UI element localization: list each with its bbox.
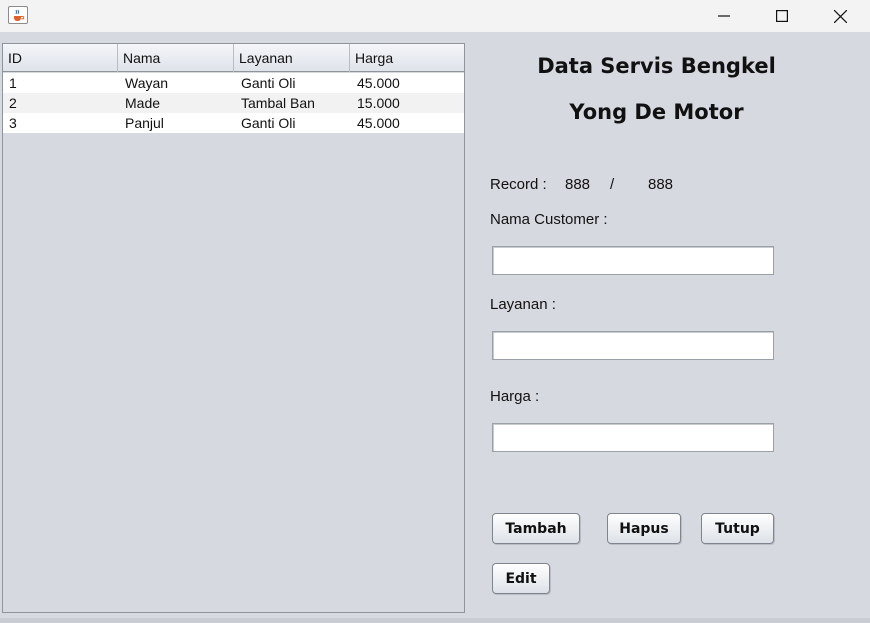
java-cup-icon[interactable] xyxy=(8,6,28,24)
maximize-button[interactable] xyxy=(753,0,811,32)
layanan-label: Layanan : xyxy=(490,296,556,313)
cell-nama: Panjul xyxy=(125,115,164,131)
table-header: ID Nama Layanan Harga xyxy=(3,44,464,72)
record-separator: / xyxy=(610,176,615,193)
table-row[interactable]: 2 Made Tambal Ban 15.000 xyxy=(3,93,464,113)
window-bottom-edge xyxy=(0,618,870,623)
minimize-button[interactable] xyxy=(695,0,753,32)
edit-button[interactable]: Edit xyxy=(492,563,550,594)
close-icon xyxy=(833,9,847,23)
form-title: Data Servis Bengkel xyxy=(537,54,776,78)
window-titlebar[interactable] xyxy=(0,0,870,32)
layanan-field[interactable] xyxy=(492,331,774,360)
cell-id: 2 xyxy=(9,95,17,111)
cell-id: 1 xyxy=(9,75,17,91)
table-row[interactable]: 1 Wayan Ganti Oli 45.000 xyxy=(3,73,464,93)
nama-customer-field[interactable] xyxy=(492,246,774,275)
record-current: 888 xyxy=(565,176,591,193)
column-header-id[interactable]: ID xyxy=(3,44,118,72)
record-total: 888 xyxy=(648,176,674,193)
table-row[interactable]: 3 Panjul Ganti Oli 45.000 xyxy=(3,113,464,133)
cell-harga: 45.000 xyxy=(357,115,400,131)
column-header-layanan[interactable]: Layanan xyxy=(234,44,350,72)
harga-field[interactable] xyxy=(492,423,774,452)
service-table[interactable]: ID Nama Layanan Harga 1 Wayan Ganti Oli … xyxy=(2,43,465,613)
cell-layanan: Ganti Oli xyxy=(241,75,296,91)
cell-layanan: Ganti Oli xyxy=(241,115,296,131)
nama-customer-label: Nama Customer : xyxy=(490,211,608,228)
table-body: 1 Wayan Ganti Oli 45.000 2 Made Tambal B… xyxy=(3,73,464,133)
cell-harga: 15.000 xyxy=(357,95,400,111)
minimize-icon xyxy=(718,15,730,17)
cell-id: 3 xyxy=(9,115,17,131)
record-label: Record : xyxy=(490,176,547,193)
hapus-button[interactable]: Hapus xyxy=(607,513,681,544)
harga-label: Harga : xyxy=(490,388,540,405)
form-subtitle: Yong De Motor xyxy=(569,100,744,124)
tambah-button[interactable]: Tambah xyxy=(492,513,580,544)
maximize-icon xyxy=(776,10,788,22)
cell-layanan: Tambal Ban xyxy=(241,95,315,111)
column-header-nama[interactable]: Nama xyxy=(118,44,234,72)
tutup-button[interactable]: Tutup xyxy=(701,513,774,544)
close-button[interactable] xyxy=(811,0,869,32)
cell-nama: Made xyxy=(125,95,161,111)
column-header-harga[interactable]: Harga xyxy=(350,44,464,72)
cell-harga: 45.000 xyxy=(357,75,400,91)
cell-nama: Wayan xyxy=(125,75,169,91)
